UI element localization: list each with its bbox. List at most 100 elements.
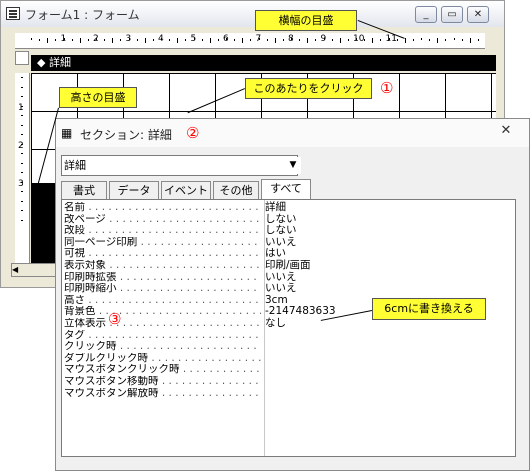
ruler-tick — [21, 200, 23, 202]
ruler-tick — [331, 39, 333, 41]
minimize-button[interactable]: _ — [415, 6, 437, 23]
tab-all[interactable]: すべて — [261, 179, 311, 200]
property-name: マウスボタン移動時 . . . . . . . . . . . . . . . … — [64, 376, 261, 388]
ruler-tick — [21, 191, 23, 192]
form-selector[interactable] — [15, 51, 29, 65]
property-row[interactable]: タグ . . . . . . . . . . . . . . . . . . .… — [62, 330, 515, 342]
property-name-text: 改ページ — [64, 213, 106, 225]
property-name: 可視 . . . . . . . . . . . . . . . . . . .… — [64, 248, 261, 260]
property-name: マウスボタン解放時 . . . . . . . . . . . . . . . … — [64, 388, 261, 400]
ruler-tick — [104, 39, 106, 41]
tab-other[interactable]: その他 — [213, 181, 259, 199]
property-value[interactable]: しない — [265, 225, 510, 237]
ruler-tick — [266, 39, 268, 41]
property-row[interactable]: マウスボタンクリック時 . . . . . . . . . . . . . . … — [62, 364, 515, 376]
property-sheet-window: ▦ セクション: 詳細 ✕ 詳細 ▼ 書式 データ イベント その他 すべて 名… — [55, 118, 530, 471]
tab-data[interactable]: データ — [109, 181, 159, 199]
horizontal-ruler[interactable]: 1 2 3 4 5 6 7 8 9 10 11 — [15, 33, 485, 49]
callout-horizontal-ruler: 横幅の目盛 — [255, 10, 357, 31]
property-value[interactable]: 詳細 — [265, 201, 510, 214]
ruler-digit: 9 — [320, 34, 327, 44]
chevron-down-icon[interactable]: ▼ — [285, 157, 301, 174]
property-row[interactable]: クリック時 . . . . . . . . . . . . . . . . . … — [62, 341, 515, 353]
object-selector-value: 詳細 — [64, 159, 86, 172]
ruler-tick — [21, 210, 23, 211]
property-name: 高さ . . . . . . . . . . . . . . . . . . .… — [64, 295, 261, 307]
ruler-tick — [429, 39, 431, 41]
ruler-tick — [250, 39, 252, 41]
ruler-tick — [79, 38, 81, 43]
ruler-tick — [274, 38, 276, 43]
close-button[interactable]: ✕ — [467, 6, 489, 23]
ruler-tick — [21, 153, 23, 154]
property-row[interactable]: マウスボタン解放時 . . . . . . . . . . . . . . . … — [62, 388, 515, 400]
property-row[interactable]: 改段 . . . . . . . . . . . . . . . . . . .… — [62, 225, 515, 237]
vertical-ruler[interactable]: 1 2 3 — [15, 73, 30, 263]
property-name: 同一ページ印刷 . . . . . . . . . . . . . . . . … — [64, 237, 261, 249]
section-arrow-icon: ◆ — [37, 56, 46, 69]
ruler-tick — [380, 39, 382, 41]
ruler-tick — [201, 39, 203, 41]
property-name-text: マウスボタン解放時 — [64, 387, 159, 399]
property-value[interactable]: しない — [265, 213, 510, 226]
ruler-digit: 10 — [353, 34, 365, 44]
property-name-text: 改段 — [64, 225, 85, 237]
property-sheet-titlebar[interactable]: ▦ セクション: 詳細 ✕ — [56, 119, 529, 147]
leader-dots: . . . . . . . . . . . . . . . . . . . . … — [88, 225, 261, 237]
object-selector[interactable]: 詳細 ▼ — [61, 155, 301, 176]
tab-format[interactable]: 書式 — [61, 181, 107, 199]
leader-dots: . . . . . . . . . . . . . . . . . . . . … — [140, 236, 261, 248]
property-name-text: 印刷時縮小 — [64, 283, 117, 295]
restore-button[interactable]: ▭ — [441, 6, 463, 23]
property-row[interactable]: ダブルクリック時 . . . . . . . . . . . . . . . .… — [62, 353, 515, 365]
ruler-tick — [347, 39, 349, 41]
ruler-tick — [469, 38, 471, 43]
scroll-left-icon[interactable]: ◀ — [12, 265, 18, 274]
ruler-tick — [21, 96, 23, 97]
form-window-icon[interactable] — [6, 7, 20, 20]
property-value[interactable]: 印刷/画面 — [265, 259, 510, 272]
property-name: マウスボタンクリック時 . . . . . . . . . . . . . . … — [64, 364, 261, 376]
leader-dots: . . . . . . . . . . . . . . . . . . . . … — [161, 387, 261, 399]
leader-dots: . . . . . . . . . . . . . . . . . . . . … — [182, 364, 261, 376]
ruler-tick — [169, 39, 171, 41]
property-name-text: クリック時 — [64, 341, 117, 353]
detail-section-bar[interactable]: ◆ 詳細 — [31, 55, 496, 71]
property-value[interactable]: いいえ — [265, 271, 510, 284]
property-value[interactable]: いいえ — [265, 236, 510, 249]
marker-2: ② — [186, 124, 200, 142]
ruler-tick — [120, 39, 122, 41]
ruler-tick — [307, 38, 309, 43]
property-row[interactable]: 表示対象 . . . . . . . . . . . . . . . . . .… — [62, 259, 515, 272]
ruler-tick — [87, 39, 89, 41]
property-row[interactable]: 同一ページ印刷 . . . . . . . . . . . . . . . . … — [62, 236, 515, 249]
property-value[interactable]: いいえ — [265, 283, 510, 295]
property-row[interactable]: 印刷時縮小 . . . . . . . . . . . . . . . . . … — [62, 283, 515, 295]
property-name-text: タグ — [64, 329, 85, 341]
ruler-tick — [299, 39, 301, 41]
ruler-digit: 1 — [60, 34, 67, 44]
callout-rewrite: 6cmに書き換える — [372, 298, 486, 320]
ruler-digit: 5 — [190, 34, 197, 44]
leader-dots: . . . . . . . . . . . . . . . . . . . . … — [88, 202, 261, 213]
ruler-digit: 4 — [158, 34, 164, 44]
property-row[interactable]: 名前 . . . . . . . . . . . . . . . . . . .… — [62, 201, 515, 214]
ruler-tick — [136, 39, 138, 41]
ruler-tick — [144, 38, 146, 43]
ruler-tick — [21, 124, 23, 126]
property-close-button[interactable]: ✕ — [486, 122, 526, 140]
ruler-tick — [404, 38, 406, 43]
ruler-tick — [477, 39, 479, 41]
ruler-tick — [445, 39, 447, 41]
detail-section-label: 詳細 — [48, 56, 71, 69]
form-titlebar[interactable]: フォーム1 : フォーム _ ▭ ✕ — [1, 1, 504, 27]
ruler-tick — [282, 39, 284, 41]
ruler-tick — [21, 77, 23, 78]
tab-event[interactable]: イベント — [161, 181, 211, 199]
property-row[interactable]: マウスボタン移動時 . . . . . . . . . . . . . . . … — [62, 376, 515, 388]
property-name-text: マウスボタンクリック時 — [64, 364, 180, 376]
ruler-tick — [234, 39, 236, 41]
ruler-tick — [412, 39, 414, 41]
ruler-digit: 2 — [18, 141, 24, 151]
ruler-digit: 3 — [125, 34, 132, 44]
